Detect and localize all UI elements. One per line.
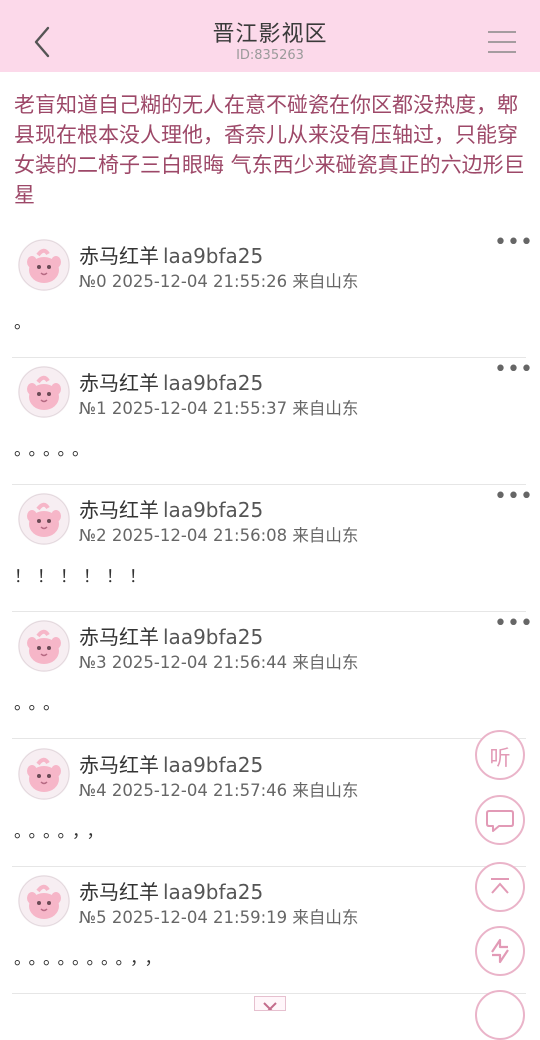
username-line: 赤马红羊 laa9bfa25 xyxy=(79,621,263,650)
reply-location: 来自山东 xyxy=(292,653,359,672)
back-to-top-icon xyxy=(491,878,509,894)
reply-datetime: 2025-12-04 21:56:08 xyxy=(111,526,288,545)
switch-button[interactable] xyxy=(475,926,525,976)
hamburger-menu-icon xyxy=(488,31,516,53)
reply-content: 。。。。，， xyxy=(14,822,110,842)
username-line: 赤马红羊 laa9bfa25 xyxy=(79,876,263,905)
user-id: laa9bfa25 xyxy=(163,244,264,268)
avatar[interactable] xyxy=(18,239,70,291)
reply-content: ！！！！！！ xyxy=(14,567,152,587)
reply-content: 。。。。。 xyxy=(14,440,95,460)
menu-button[interactable] xyxy=(486,26,518,58)
reply-location: 来自山东 xyxy=(292,781,359,800)
more-options-button[interactable]: ••• xyxy=(494,359,533,383)
reply-datetime: 2025-12-04 21:57:46 xyxy=(111,781,288,800)
avatar[interactable] xyxy=(18,620,70,672)
reply-item: 赤马红羊 laa9bfa25 №5 2025-12-04 21:59:19 来自山… xyxy=(12,866,526,994)
close-icon xyxy=(263,1002,277,1010)
reply-item: 赤马红羊 laa9bfa25 №1 2025-12-04 21:55:37 来自山… xyxy=(12,357,533,485)
avatar[interactable] xyxy=(18,493,70,545)
extra-floating-button[interactable] xyxy=(475,990,525,1040)
avatar-pink-creature-icon xyxy=(18,875,70,927)
username[interactable]: 赤马红羊 xyxy=(79,880,159,904)
reply-meta: №3 2025-12-04 21:56:44 来自山东 xyxy=(79,649,358,673)
reply-content: 。。。。。。。。，， xyxy=(14,949,168,969)
username[interactable]: 赤马红羊 xyxy=(79,498,159,522)
reply-meta: №4 2025-12-04 21:57:46 来自山东 xyxy=(79,777,358,801)
reply-datetime: 2025-12-04 21:55:26 xyxy=(111,272,288,291)
avatar-pink-creature-icon xyxy=(18,366,70,418)
ellipsis-icon: ••• xyxy=(494,230,533,255)
avatar[interactable] xyxy=(18,366,70,418)
user-id: laa9bfa25 xyxy=(163,880,264,904)
floor-number: №4 xyxy=(79,781,107,800)
ellipsis-icon: ••• xyxy=(494,611,533,636)
reply-content: 。 xyxy=(14,313,37,333)
reply-datetime: 2025-12-04 21:56:44 xyxy=(111,653,288,672)
username[interactable]: 赤马红羊 xyxy=(79,244,159,268)
reply-meta: №1 2025-12-04 21:55:37 来自山东 xyxy=(79,395,358,419)
user-id: laa9bfa25 xyxy=(163,753,264,777)
reply-item: 赤马红羊 laa9bfa25 №2 2025-12-04 21:56:08 来自山… xyxy=(12,484,533,612)
floor-number: №3 xyxy=(79,653,107,672)
avatar[interactable] xyxy=(18,748,70,800)
user-id: laa9bfa25 xyxy=(163,371,264,395)
reply-meta: №2 2025-12-04 21:56:08 来自山东 xyxy=(79,522,358,546)
avatar[interactable] xyxy=(18,875,70,927)
comment-button[interactable] xyxy=(475,795,525,845)
avatar-pink-creature-icon xyxy=(18,239,70,291)
comment-bubble-icon xyxy=(486,810,514,832)
avatar-pink-creature-icon xyxy=(18,493,70,545)
page-title: 晋江影视区 xyxy=(212,22,328,47)
more-options-button[interactable]: ••• xyxy=(494,613,533,637)
reply-meta: №0 2025-12-04 21:55:26 来自山东 xyxy=(79,268,358,292)
reply-item: 赤马红羊 laa9bfa25 №4 2025-12-04 21:57:46 来自山… xyxy=(12,739,526,867)
username[interactable]: 赤马红羊 xyxy=(79,371,159,395)
username[interactable]: 赤马红羊 xyxy=(79,753,159,777)
floor-number: №5 xyxy=(79,908,107,927)
ellipsis-icon: ••• xyxy=(494,357,533,382)
username-line: 赤马红羊 laa9bfa25 xyxy=(79,240,263,269)
floor-number: №0 xyxy=(79,272,107,291)
post-title: 老盲知道自己糊的无人在意不碰瓷在你区都没热度，郫县现在根本没人理他，香奈儿从来没… xyxy=(14,93,525,207)
top-bar: 晋江影视区 ID:835263 xyxy=(0,0,540,72)
more-options-button[interactable]: ••• xyxy=(494,232,533,256)
user-id: laa9bfa25 xyxy=(163,625,264,649)
reply-item: 赤马红羊 laa9bfa25 №3 2025-12-04 21:56:44 来自山… xyxy=(12,611,533,739)
floor-number: №1 xyxy=(79,399,107,418)
reply-location: 来自山东 xyxy=(292,526,359,545)
switch-arrows-icon xyxy=(491,938,509,964)
floor-number: №2 xyxy=(79,526,107,545)
more-options-button[interactable]: ••• xyxy=(494,486,533,510)
thread-id: ID:835263 xyxy=(236,48,304,63)
reply-datetime: 2025-12-04 21:59:19 xyxy=(111,908,288,927)
reply-meta: №5 2025-12-04 21:59:19 来自山东 xyxy=(79,904,358,928)
listen-label: 听 xyxy=(489,746,511,770)
reply-location: 来自山东 xyxy=(292,399,359,418)
reply-item: 赤马红羊 laa9bfa25 №0 2025-12-04 21:55:26 来自山… xyxy=(12,230,533,358)
back-to-top-button[interactable] xyxy=(475,862,525,912)
reply-location: 来自山东 xyxy=(292,908,359,927)
username-line: 赤马红羊 laa9bfa25 xyxy=(79,494,263,523)
username-line: 赤马红羊 laa9bfa25 xyxy=(79,367,263,396)
reply-content: 。。。 xyxy=(14,694,66,714)
listen-button[interactable]: 听 xyxy=(475,730,525,780)
avatar-pink-creature-icon xyxy=(18,748,70,800)
user-id: laa9bfa25 xyxy=(163,498,264,522)
reply-datetime: 2025-12-04 21:55:37 xyxy=(111,399,288,418)
ellipsis-icon: ••• xyxy=(494,484,533,509)
username-line: 赤马红羊 laa9bfa25 xyxy=(79,749,263,778)
avatar-pink-creature-icon xyxy=(18,620,70,672)
username[interactable]: 赤马红羊 xyxy=(79,625,159,649)
reply-location: 来自山东 xyxy=(292,272,359,291)
